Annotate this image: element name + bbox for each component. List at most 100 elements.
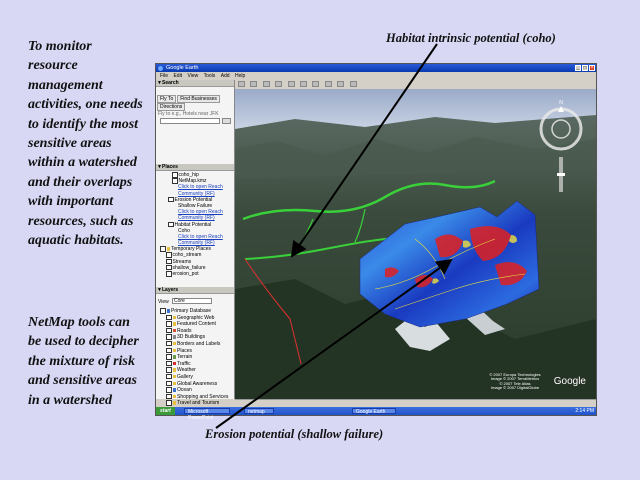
menu-add[interactable]: Add (221, 73, 230, 79)
layers-panel-header[interactable]: ▼ Layers (156, 287, 234, 294)
checkbox[interactable] (166, 380, 172, 387)
menu-file[interactable]: File (160, 73, 168, 79)
layer-item[interactable]: Borders and Labels (158, 340, 232, 348)
checkbox[interactable] (168, 221, 174, 227)
checkbox[interactable] (166, 334, 172, 340)
layer-item[interactable]: Primary Database (158, 308, 232, 315)
tree-item-link[interactable]: Click to open Reach (178, 184, 223, 190)
layer-item[interactable]: Gallery (158, 373, 232, 381)
checkbox[interactable] (166, 400, 172, 406)
layer-label: 3D Buildings (177, 334, 206, 341)
layer-item[interactable]: Global Awareness (158, 380, 232, 388)
erosion-callout-label: Erosion potential (shallow failure) (205, 427, 384, 441)
taskbar-item-powerpoint[interactable]: Microsoft PowerPoint (184, 408, 230, 421)
folder-icon (172, 322, 176, 326)
email-icon[interactable] (337, 81, 345, 87)
menu-help[interactable]: Help (235, 73, 245, 79)
layer-item[interactable]: Shopping and Services (158, 393, 232, 401)
layer-item[interactable]: 3D Buildings (158, 334, 232, 341)
tree-item-link[interactable]: Community (RF) (178, 240, 215, 246)
hide-sidebar-icon[interactable] (238, 81, 245, 87)
layer-label: Terrain (177, 354, 193, 361)
roads-icon (172, 328, 176, 333)
layer-label: Primary Database (171, 308, 212, 315)
close-icon[interactable]: × (589, 65, 595, 71)
tour-icon[interactable] (299, 81, 307, 87)
intro-paragraph: To monitor resource management activitie… (28, 39, 143, 249)
layer-item[interactable]: Terrain (158, 354, 232, 361)
checkbox[interactable] (160, 246, 166, 252)
layer-item[interactable]: Roads (158, 327, 232, 335)
layers-view-select[interactable]: Core (172, 298, 212, 304)
tab-fly-to[interactable]: Fly To (157, 95, 177, 103)
layer-item[interactable]: Geographic Web (158, 314, 232, 322)
window-title: Google Earth (166, 65, 199, 71)
menu-edit[interactable]: Edit (173, 73, 182, 79)
tree-item[interactable]: erosion_pot (158, 271, 232, 277)
map-viewport[interactable]: N © 2007 Europa Technologies Image © 200… (235, 89, 596, 399)
tree-item-link[interactable]: Community (RF) (178, 191, 215, 197)
layer-item[interactable]: Travel and Tourism (158, 400, 232, 407)
folder-icon (172, 341, 176, 346)
tab-directions[interactable]: Directions (157, 103, 186, 111)
overlay-icon[interactable] (287, 81, 295, 87)
search-panel-header[interactable]: ▼ Search (156, 80, 234, 87)
checkbox[interactable] (166, 264, 172, 271)
search-tabs: Fly To Find BusinessesDirections (157, 95, 234, 111)
checkbox[interactable] (166, 347, 172, 354)
tree-item-link[interactable]: Click to open Reach (178, 209, 223, 215)
tree-item-link[interactable]: Community (RF) (178, 215, 215, 221)
checkbox[interactable] (160, 308, 166, 314)
checkbox[interactable] (166, 271, 172, 277)
taskbar-item-netmap[interactable]: netmap (244, 408, 274, 415)
layer-label: Traffic (177, 360, 191, 367)
search-go-button[interactable] (222, 118, 231, 124)
placemark-icon[interactable] (250, 81, 258, 87)
folder-icon (172, 394, 176, 399)
google-earth-icon (158, 65, 163, 71)
checkbox[interactable] (166, 354, 172, 360)
checkbox[interactable] (166, 327, 172, 334)
checkbox[interactable] (166, 373, 172, 380)
layer-item[interactable]: Weather (158, 367, 232, 374)
layer-item[interactable]: Featured Content (158, 321, 232, 328)
taskbar-item-google-earth[interactable]: Google Earth (352, 408, 396, 415)
places-panel-header[interactable]: ▼ Places (156, 164, 234, 171)
checkbox[interactable] (172, 178, 178, 184)
window-titlebar[interactable]: Google Earth _ □ × (156, 64, 596, 72)
layer-label: Gallery (177, 374, 193, 381)
fly-to-input[interactable] (160, 118, 220, 124)
checkbox[interactable] (166, 314, 172, 321)
menu-view[interactable]: View (187, 73, 198, 79)
minimize-icon[interactable]: _ (575, 65, 581, 71)
folder-icon (172, 368, 176, 372)
checkbox[interactable] (166, 393, 172, 400)
checkbox[interactable] (166, 321, 172, 327)
habitat-callout-label: Habitat intrinsic potential (coho) (386, 31, 556, 45)
polygon-icon[interactable] (262, 81, 270, 87)
checkbox[interactable] (166, 367, 172, 373)
start-button[interactable]: start (156, 407, 175, 415)
checkbox[interactable] (166, 387, 172, 393)
menu-tools[interactable]: Tools (204, 73, 216, 79)
checkbox[interactable] (166, 252, 172, 258)
maximize-icon[interactable]: □ (582, 65, 588, 71)
tree-item-link[interactable]: Click to open Reach (178, 234, 223, 240)
sky-icon[interactable] (312, 81, 320, 87)
ruler-icon[interactable] (324, 81, 332, 87)
checkbox[interactable] (166, 340, 172, 347)
checkbox[interactable] (166, 258, 172, 265)
checkbox[interactable] (172, 172, 178, 178)
checkbox[interactable] (166, 360, 172, 367)
layer-item[interactable]: Traffic (158, 360, 232, 368)
tab-find-businesses[interactable]: Find Businesses (177, 95, 220, 103)
layer-item[interactable]: Places (158, 347, 232, 355)
layer-label: Roads (177, 327, 192, 334)
layer-item[interactable]: Ocean (158, 387, 232, 394)
tree-item-label: shallow_failure (172, 264, 206, 271)
print-icon[interactable] (349, 81, 357, 87)
taskbar: start Microsoft PowerPoint netmap Google… (156, 407, 596, 421)
path-icon[interactable] (275, 81, 283, 87)
tree-item-label: Coho (178, 227, 190, 234)
checkbox[interactable] (168, 196, 174, 203)
